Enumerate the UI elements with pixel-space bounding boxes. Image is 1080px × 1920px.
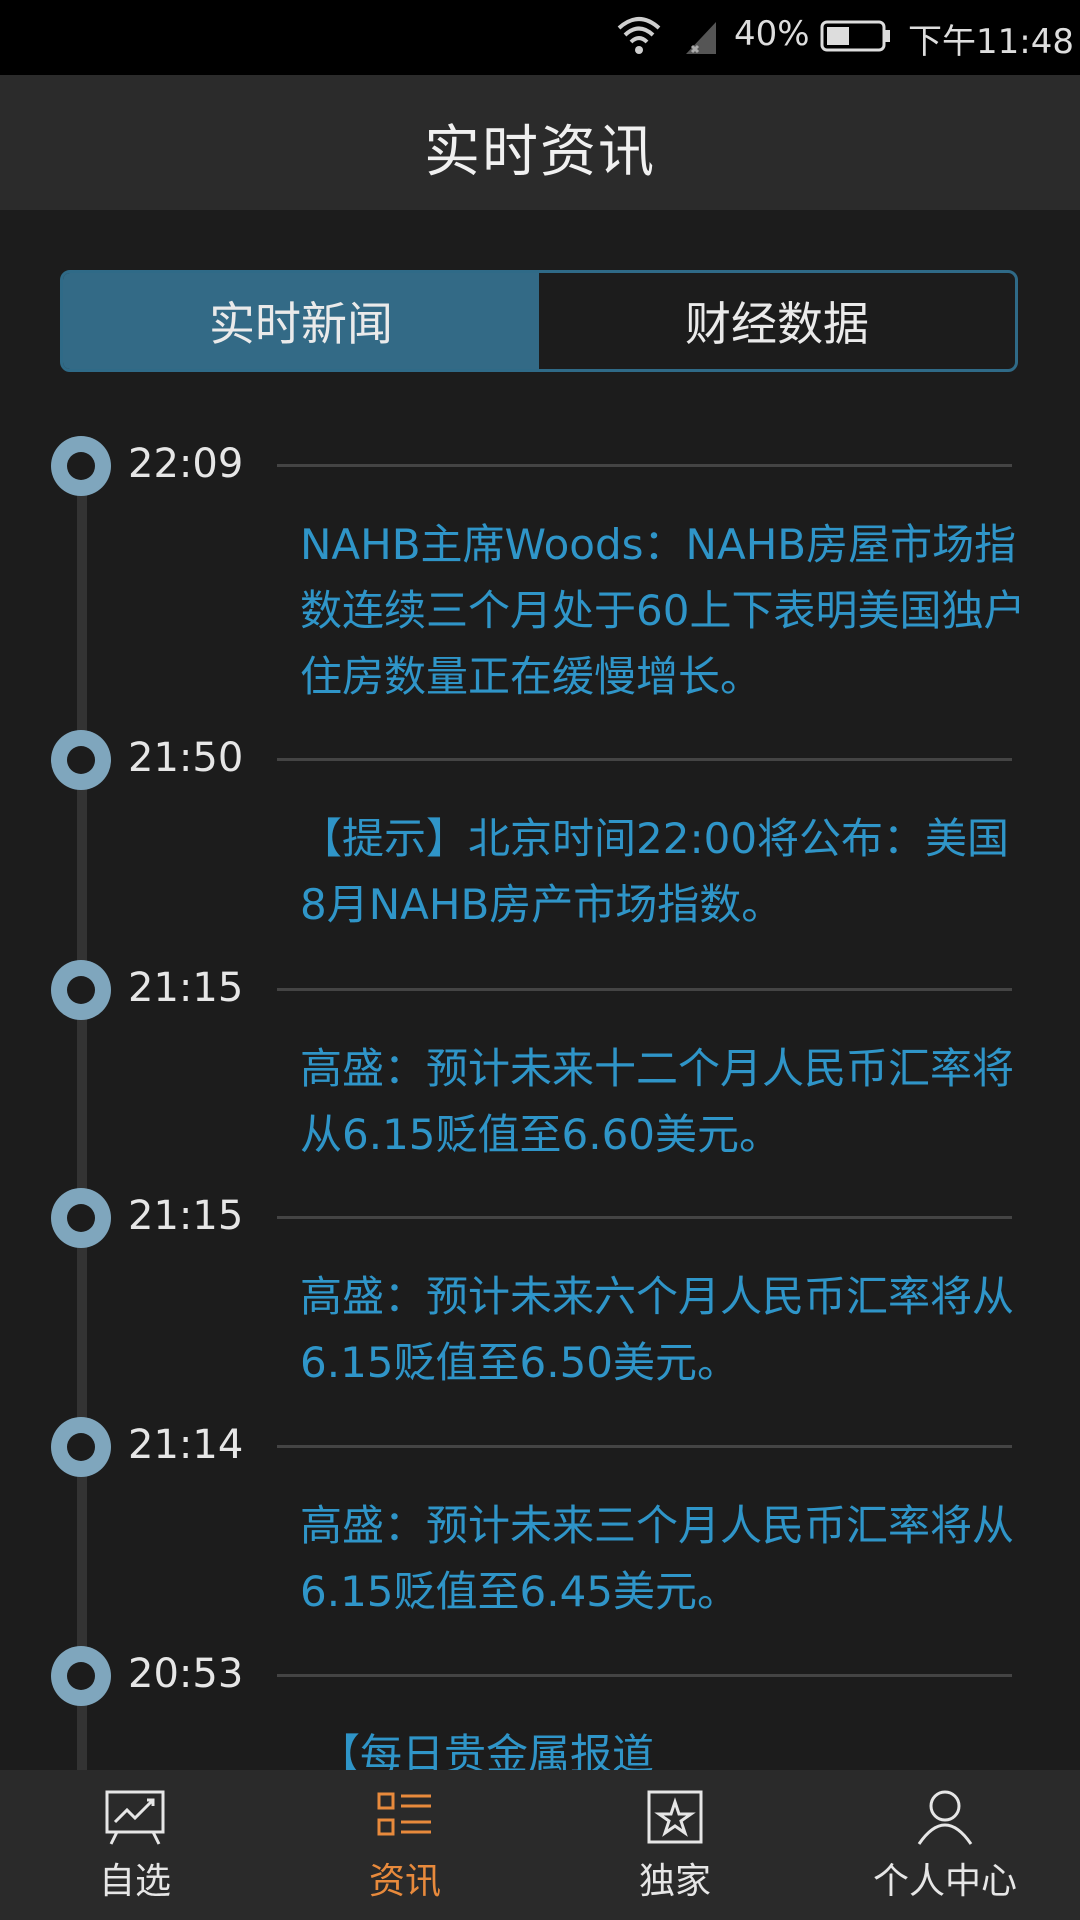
divider: [277, 758, 1012, 761]
timeline-dot: [51, 960, 111, 1020]
news-text[interactable]: 高盛：预计未来六个月人民币汇率将从6.15贬值至6.50美元。: [300, 1264, 1030, 1396]
nav-label: 个人中心: [872, 1861, 1017, 1902]
news-time: 21:15: [128, 1193, 244, 1239]
nav-item-exclusive[interactable]: 独家: [540, 1770, 810, 1920]
app-header: 实时资讯: [0, 75, 1080, 210]
news-text[interactable]: 【提示】北京时间22:00将公布：美国8月NAHB房产市场指数。: [300, 806, 1030, 938]
news-time: 21:50: [128, 735, 244, 781]
divider: [277, 464, 1012, 467]
timeline-dot: [51, 436, 111, 496]
news-time: 21:14: [128, 1422, 244, 1468]
battery-icon: [820, 20, 890, 52]
nav-item-profile[interactable]: 个人中心: [810, 1770, 1080, 1920]
timeline-dot: [51, 1646, 111, 1706]
segmented-tabs: 实时新闻 财经数据: [60, 270, 1018, 372]
signal-icon: [686, 22, 716, 54]
news-text[interactable]: 高盛：预计未来十二个月人民币汇率将从6.15贬值至6.60美元。: [300, 1036, 1030, 1168]
timeline-line: [77, 470, 87, 1770]
wifi-icon: [617, 17, 661, 54]
timeline-dot: [51, 730, 111, 790]
divider: [277, 1445, 1012, 1448]
nav-label: 自选: [98, 1861, 171, 1902]
list-icon: [377, 1792, 431, 1836]
battery-percent: 40%: [734, 14, 810, 54]
timeline-dot: [51, 1417, 111, 1477]
star-image-icon: [647, 1790, 703, 1844]
news-text[interactable]: 高盛：预计未来三个月人民币汇率将从6.15贬值至6.45美元。: [300, 1493, 1030, 1625]
person-icon: [917, 1790, 973, 1845]
divider: [277, 1216, 1012, 1219]
bottom-nav: 自选 资讯 独家 个人中心: [0, 1770, 1080, 1920]
news-time: 22:09: [128, 441, 244, 487]
news-time: 20:53: [128, 1651, 244, 1697]
status-clock: 下午11:48: [908, 22, 1074, 62]
status-bar: 40% 下午11:48: [0, 0, 1080, 75]
tab-realtime-news[interactable]: 实时新闻: [63, 273, 539, 369]
nav-label: 独家: [638, 1861, 711, 1902]
nav-label: 资讯: [368, 1861, 441, 1902]
page-title: 实时资讯: [424, 120, 656, 185]
nav-item-news[interactable]: 资讯: [270, 1770, 540, 1920]
divider: [277, 988, 1012, 991]
chart-board-icon: [105, 1790, 165, 1845]
tab-financial-data[interactable]: 财经数据: [539, 273, 1015, 369]
divider: [277, 1674, 1012, 1677]
news-text[interactable]: NAHB主席Woods：NAHB房屋市场指数连续三个月处于60上下表明美国独户住…: [300, 512, 1030, 710]
nav-item-watchlist[interactable]: 自选: [0, 1770, 270, 1920]
timeline-dot: [51, 1188, 111, 1248]
news-time: 21:15: [128, 965, 244, 1011]
